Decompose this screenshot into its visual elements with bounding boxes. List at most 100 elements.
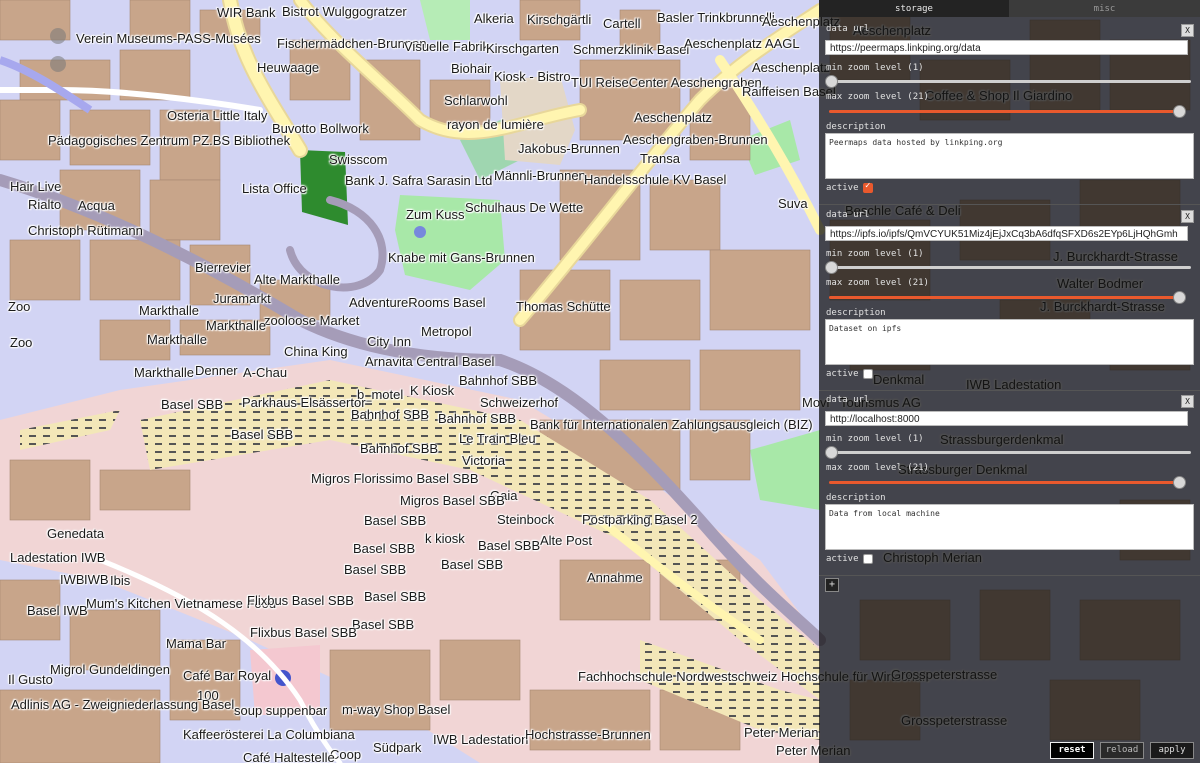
map-label: TUI ReiseCenter Aeschengraben <box>571 75 762 90</box>
max-zoom-slider-handle[interactable] <box>1173 291 1186 304</box>
max-zoom-slider[interactable] <box>829 481 1181 484</box>
zoom-in-icon[interactable] <box>50 28 66 44</box>
data-url-input[interactable]: https://ipfs.io/ipfs/QmVCYUK51Miz4jEjJxC… <box>825 226 1188 241</box>
map-label: Transa <box>640 151 680 166</box>
map-label: Heuwaage <box>257 60 320 75</box>
map-label: Steinbock <box>497 512 555 527</box>
map-label: Mama Bar <box>166 636 226 651</box>
min-zoom-slider-handle[interactable] <box>825 75 838 88</box>
map-label: Basel SBB <box>344 562 407 577</box>
data-url-input[interactable]: http://localhost:8000 <box>825 411 1188 426</box>
max-zoom-label: max zoom level (21) <box>826 278 929 288</box>
map-label: Migros Basel SBB <box>400 493 505 508</box>
map-label: Bank J. Safra Sarasin Ltd <box>345 173 493 188</box>
map-zoom-control[interactable] <box>8 24 72 88</box>
map-label: Kirschgärtli <box>527 12 592 27</box>
description-textarea[interactable]: Dataset on ipfs <box>825 319 1194 365</box>
map-label: IWB Ladestation <box>433 732 529 747</box>
min-zoom-slider[interactable] <box>829 80 1191 83</box>
tab-misc[interactable]: misc <box>1009 0 1200 17</box>
map-label: Basel SBB <box>364 589 427 604</box>
map-label: Genedata <box>47 526 105 541</box>
map-label: zooloose Market <box>264 313 360 328</box>
map-label: Basel SBB <box>353 541 416 556</box>
map-label: soup suppenbar <box>234 703 328 718</box>
active-checkbox[interactable] <box>863 554 873 564</box>
map-label: Markthalle <box>206 318 266 333</box>
panel-tabs: storage misc <box>819 0 1200 17</box>
map-label: Le Train Bleu <box>459 431 536 446</box>
map-label: Basel SBB <box>441 557 504 572</box>
map-label: K Kiosk <box>410 383 455 398</box>
min-zoom-label: min zoom level (1) <box>826 434 924 444</box>
map-label: Aeschengraben-Brunnen <box>623 132 768 147</box>
data-url-label: data url <box>826 395 870 405</box>
map-label: Basel SBB <box>352 617 415 632</box>
settings-panel: storage misc data url Xhttps://peermaps.l… <box>819 0 1200 763</box>
map-label: Zum Kuss <box>406 207 465 222</box>
map-label: Markthalle <box>139 303 199 318</box>
max-zoom-slider[interactable] <box>829 110 1181 113</box>
apply-button[interactable]: apply <box>1150 742 1194 759</box>
map-label: Bahnhof SBB <box>438 411 517 426</box>
map-label: Schweizerhof <box>480 395 559 410</box>
map-label: Arnavita Central Basel <box>365 354 495 369</box>
map-label: Bistrot Wulggogratzer <box>282 4 407 19</box>
map-label: Verein Museums-PASS-Musées <box>76 31 261 46</box>
map-label: Basel IWB <box>27 603 88 618</box>
reset-button[interactable]: reset <box>1050 742 1094 759</box>
tab-storage[interactable]: storage <box>819 0 1009 17</box>
remove-entry-button[interactable]: X <box>1181 210 1194 223</box>
description-textarea[interactable]: Peermaps data hosted by linkping.org <box>825 133 1194 179</box>
remove-entry-button[interactable]: X <box>1181 395 1194 408</box>
data-url-label: data url <box>826 210 870 220</box>
map-label: Basler Trinkbrunnelli <box>657 10 775 25</box>
map-label: Alte Post <box>540 533 593 548</box>
map-label: Kaffeerösterei La Columbiana <box>183 727 355 742</box>
min-zoom-slider[interactable] <box>829 266 1191 269</box>
map-label: AdventureRooms Basel <box>349 295 486 310</box>
map-label: Basel SBB <box>364 513 427 528</box>
map-label: Hair Live <box>10 179 62 194</box>
active-label: active <box>826 369 859 379</box>
max-zoom-slider[interactable] <box>829 296 1181 299</box>
map-label: Ibis <box>110 573 131 588</box>
map-label: Zoo <box>10 335 33 350</box>
description-textarea[interactable]: Data from local machine <box>825 504 1194 550</box>
map-label: Postparking Basel 2 <box>582 512 698 527</box>
add-storage-button[interactable]: + <box>825 578 839 592</box>
max-zoom-slider-handle[interactable] <box>1173 476 1186 489</box>
min-zoom-slider-handle[interactable] <box>825 446 838 459</box>
map-label: Flixbus Basel SBB <box>247 593 354 608</box>
map-label: rayon de lumière <box>447 117 544 132</box>
map-label: Bahnhof SBB <box>360 441 439 456</box>
active-checkbox[interactable] <box>863 181 873 193</box>
map-label: Biohair <box>451 61 492 76</box>
description-label: description <box>826 122 886 132</box>
zoom-out-icon[interactable] <box>50 56 66 72</box>
map-label: Cartell <box>603 16 641 31</box>
data-url-label: data url <box>826 24 870 34</box>
min-zoom-slider[interactable] <box>829 451 1191 454</box>
map-label: IWB <box>84 572 109 587</box>
max-zoom-slider-handle[interactable] <box>1173 105 1186 118</box>
map-label: Osteria Little Italy <box>167 108 268 123</box>
min-zoom-slider-handle[interactable] <box>825 261 838 274</box>
map-label: City Inn <box>367 334 412 349</box>
map-label: Parkhaus Elsässertor <box>242 395 366 410</box>
map-label: Schmerzklinik Basel <box>573 42 690 57</box>
reload-button[interactable]: reload <box>1100 742 1144 759</box>
map-label: Denner <box>195 363 238 378</box>
storage-entry: data url Xhttp://localhost:8000 min zoom l… <box>819 391 1200 576</box>
remove-entry-button[interactable]: X <box>1181 24 1194 37</box>
map-label: Swisscom <box>329 152 388 167</box>
map-label: Adlinis AG - Zweigniederlassung Basel <box>11 697 235 712</box>
active-checkbox[interactable] <box>863 369 873 379</box>
panel-footer: reset reload apply <box>819 738 1200 763</box>
map-label: Aeschenplatz AAGL <box>684 36 800 51</box>
active-label: active <box>826 554 859 564</box>
data-url-input[interactable]: https://peermaps.linkping.org/data <box>825 40 1188 55</box>
map-label: Café Haltestelle <box>243 750 335 763</box>
map-label: China King <box>284 344 348 359</box>
description-label: description <box>826 493 886 503</box>
